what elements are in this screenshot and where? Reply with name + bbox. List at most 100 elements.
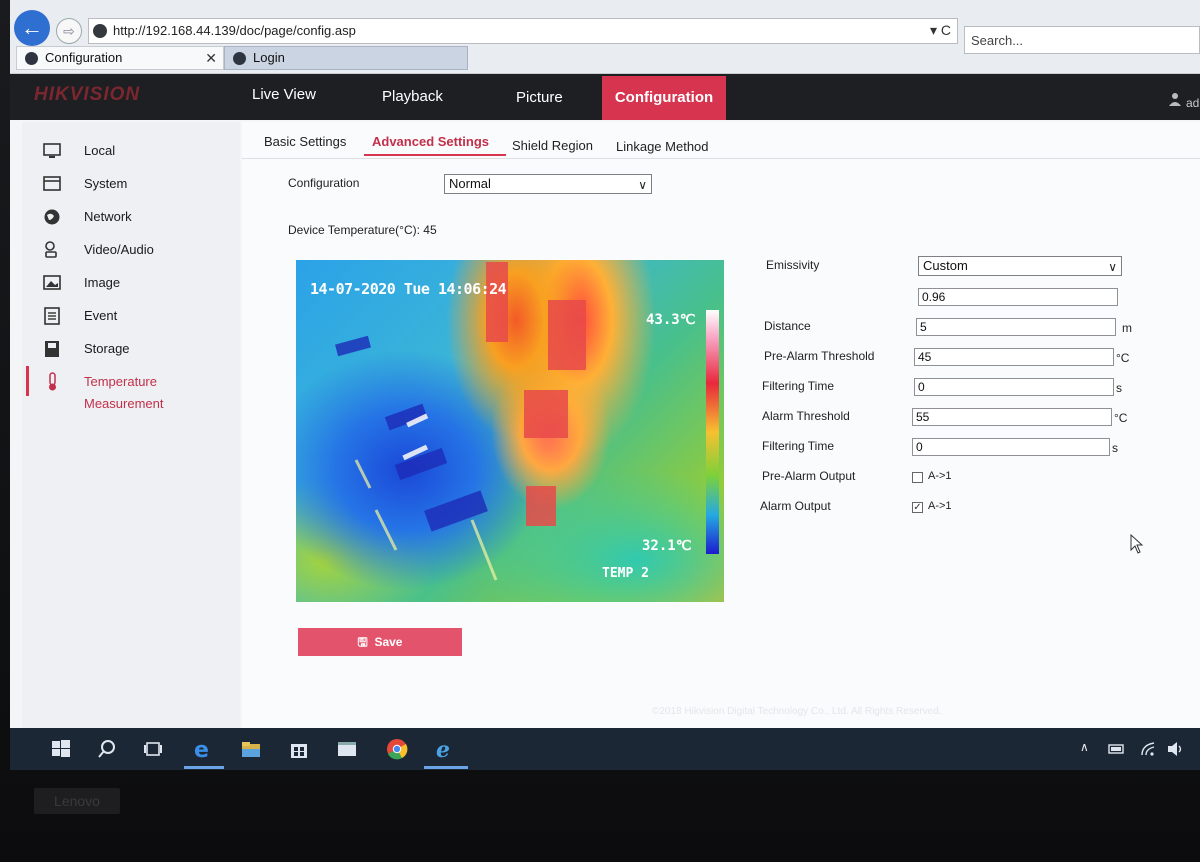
address-bar[interactable]: http://192.168.44.139/doc/page/config.as… xyxy=(88,18,958,44)
configuration-label: Configuration xyxy=(288,176,360,190)
tab-configuration[interactable]: Configuration ✕ xyxy=(16,46,224,70)
sidebar-item-image[interactable]: Image xyxy=(42,272,120,294)
osd-mode-label: TEMP 2 xyxy=(602,566,649,581)
thermometer-icon xyxy=(49,372,56,391)
filtering-time-label: Filtering Time xyxy=(762,439,835,453)
volume-icon[interactable] xyxy=(1166,740,1186,758)
edge-browser-icon[interactable]: e xyxy=(192,738,214,760)
search-icon[interactable] xyxy=(96,738,118,760)
emissivity-value: Custom xyxy=(923,258,968,273)
globe-icon xyxy=(44,209,60,225)
pre-alarm-output-checkbox[interactable] xyxy=(912,472,923,483)
sidebar-item-system[interactable]: System xyxy=(42,173,127,195)
alarm-threshold-label: Alarm Threshold xyxy=(762,409,850,423)
emissivity-custom-input[interactable]: 0.96 xyxy=(918,288,1118,306)
sidebar-item-event[interactable]: Event xyxy=(42,305,117,327)
search-input[interactable]: Search... xyxy=(964,26,1200,54)
device-temperature: Device Temperature(°C): 45 xyxy=(288,223,437,237)
tab-divider xyxy=(242,158,1200,159)
sidebar: Local System Network Video/Audio Image E… xyxy=(22,122,240,728)
active-indicator xyxy=(26,366,29,396)
tab-advanced-settings[interactable]: Advanced Settings xyxy=(372,134,489,149)
filtering-time-input[interactable]: 0 xyxy=(912,438,1110,456)
filtering-time-label: Filtering Time xyxy=(762,379,835,393)
thermal-live-view[interactable]: 14-07-2020 Tue 14:06:24 43.3℃ 32.1℃ TEMP… xyxy=(296,260,724,602)
alarm-threshold-input[interactable]: 55 xyxy=(912,408,1112,426)
battery-icon[interactable] xyxy=(1108,741,1126,757)
emissivity-select[interactable]: Custom ∨ xyxy=(918,256,1122,276)
store-icon[interactable] xyxy=(288,738,310,760)
internet-explorer-icon[interactable]: e xyxy=(434,738,456,760)
back-button[interactable]: ← xyxy=(14,10,50,46)
configuration-select[interactable]: Normal ∨ xyxy=(444,174,652,194)
nav-playback[interactable]: Playback xyxy=(382,88,443,105)
window-app-icon[interactable] xyxy=(336,738,358,760)
hikvision-logo: HIKVISION xyxy=(34,84,141,105)
wifi-icon[interactable] xyxy=(1140,741,1156,757)
temperature-color-scale xyxy=(706,310,719,554)
tab-favicon-icon xyxy=(233,52,246,65)
nav-picture[interactable]: Picture xyxy=(516,89,563,106)
storage-icon xyxy=(45,341,59,357)
task-view-icon[interactable] xyxy=(142,738,164,760)
osd-min-temperature: 32.1℃ xyxy=(642,538,692,554)
sidebar-item-label: Storage xyxy=(84,341,130,356)
user-icon[interactable] xyxy=(1168,92,1182,106)
tab-basic-settings[interactable]: Basic Settings xyxy=(264,134,346,149)
tab-shield-region[interactable]: Shield Region xyxy=(512,138,593,153)
monitor-brand-logo: Lenovo xyxy=(34,788,120,814)
sidebar-item-temperature-measurement[interactable]: Temperature Measurement xyxy=(42,371,240,411)
tab-favicon-icon xyxy=(25,52,38,65)
sidebar-item-label: Image xyxy=(84,275,121,290)
microphone-icon xyxy=(45,241,57,258)
distance-input[interactable]: 5 xyxy=(916,318,1116,336)
url-text: http://192.168.44.139/doc/page/config.as… xyxy=(113,23,356,38)
pre-alarm-output-option: A->1 xyxy=(928,470,952,482)
user-name[interactable]: ad xyxy=(1186,96,1199,110)
filtering-time-unit: s xyxy=(1112,441,1118,455)
nav-configuration[interactable]: Configuration xyxy=(602,76,726,120)
tab-label: Configuration xyxy=(45,50,123,65)
refresh-icon[interactable]: ▾ C xyxy=(930,22,951,39)
sidebar-item-label: Network xyxy=(84,209,132,224)
back-arrow-icon: ← xyxy=(21,15,43,40)
app-header: HIKVISION Live View Playback Picture Con… xyxy=(10,74,1200,120)
sidebar-item-storage[interactable]: Storage xyxy=(42,338,130,360)
forward-button[interactable]: ⇨ xyxy=(56,18,82,44)
file-explorer-icon[interactable] xyxy=(240,738,262,760)
sidebar-item-video-audio[interactable]: Video/Audio xyxy=(42,239,154,261)
nav-live-view[interactable]: Live View xyxy=(252,86,316,103)
sidebar-item-network[interactable]: Network xyxy=(42,206,132,228)
chevron-down-icon: ∨ xyxy=(638,178,647,192)
event-list-icon xyxy=(44,307,60,325)
windows-start-icon[interactable] xyxy=(50,738,72,760)
tab-linkage-method[interactable]: Linkage Method xyxy=(616,139,709,154)
emissivity-label: Emissivity xyxy=(766,258,820,272)
configuration-value: Normal xyxy=(449,176,491,191)
sidebar-item-local[interactable]: Local xyxy=(42,140,115,162)
mouse-cursor-icon xyxy=(1130,534,1144,554)
osd-timestamp: 14-07-2020 Tue 14:06:24 xyxy=(310,280,507,298)
windows-taskbar: e e ∧ xyxy=(10,728,1200,770)
forward-arrow-icon: ⇨ xyxy=(63,23,75,39)
browser-chrome: ← ⇨ http://192.168.44.139/doc/page/confi… xyxy=(10,0,1200,74)
sidebar-item-label: Video/Audio xyxy=(84,242,154,257)
tab-login[interactable]: Login xyxy=(224,46,468,70)
pre-alarm-output-label: Pre-Alarm Output xyxy=(762,469,856,483)
close-tab-icon[interactable]: ✕ xyxy=(205,47,217,69)
pre-alarm-threshold-input[interactable]: 45 xyxy=(914,348,1114,366)
site-icon xyxy=(93,24,107,38)
chrome-icon[interactable] xyxy=(386,738,408,760)
sidebar-item-label: Event xyxy=(84,308,118,323)
chevron-up-icon[interactable]: ∧ xyxy=(1080,740,1089,754)
filtering-time-input[interactable]: 0 xyxy=(914,378,1114,396)
search-placeholder: Search... xyxy=(971,33,1024,48)
distance-label: Distance xyxy=(764,319,811,333)
alarm-output-checkbox[interactable]: ✓ xyxy=(912,502,923,513)
active-tab-underline xyxy=(364,154,506,156)
tab-label: Login xyxy=(253,50,285,65)
svg-text:e: e xyxy=(436,738,450,760)
svg-text:e: e xyxy=(194,738,209,760)
save-button[interactable]: 🖫 Save xyxy=(298,628,462,656)
pre-alarm-threshold-unit: °C xyxy=(1116,351,1130,365)
